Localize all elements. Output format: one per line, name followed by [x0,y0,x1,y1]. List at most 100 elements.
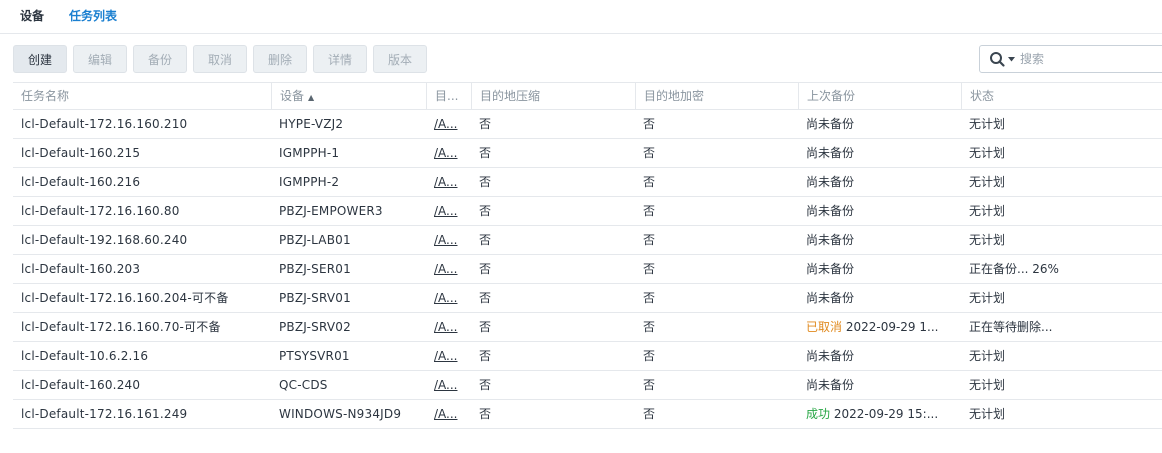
table-row[interactable]: lcl-Default-192.168.60.240 PBZJ-LAB01/A..… [13,226,1162,255]
last-backup-cell: 尚未备份 [798,371,961,399]
delete-button[interactable]: 删除 [253,45,307,73]
version-button[interactable]: 版本 [373,45,427,73]
last-backup-status: 成功 [806,407,831,421]
destination-cell: /A... [426,284,471,312]
table-row[interactable]: lcl-Default-160.203 PBZJ-SER01/A... 否 否 尚未备份… [13,255,1162,284]
destination-link[interactable]: /A... [434,175,457,189]
table-row[interactable]: lcl-Default-172.16.160.80 PBZJ-EMPOWER3/A… [13,197,1162,226]
column-header-destination[interactable]: 目... [426,83,471,110]
column-header-task-name[interactable]: 任务名称 [13,83,271,110]
column-header-last-backup[interactable]: 上次备份 [798,83,961,110]
task-name-cell: lcl-Default-172.16.161.249 [21,407,188,421]
table-header: 任务名称 设备 ▲ 目... 目的地压缩 目的地加密 上次备份 状态 [13,82,1162,110]
compression-cell: 否 [479,349,492,363]
chevron-down-icon[interactable] [1008,57,1015,62]
device-cell: IGMPPH-1 [279,146,340,160]
search-icon[interactable] [989,51,1007,69]
status-cell: 无计划 [969,407,1006,421]
destination-link[interactable]: /A... [434,291,457,305]
destination-link[interactable]: /A... [434,407,457,421]
last-backup-text: 尚未备份 [806,204,855,218]
task-name-cell: lcl-Default-160.216 [21,175,141,189]
task-table: 任务名称 设备 ▲ 目... 目的地压缩 目的地加密 上次备份 状态 lcl-De… [13,82,1162,429]
table-row[interactable]: lcl-Default-172.16.161.249 WINDOWS-N934JD… [13,400,1162,429]
compression-cell: 否 [479,320,492,334]
last-backup-status: 已取消 [806,320,843,334]
last-backup-text: 尚未备份 [806,349,855,363]
status-cell: 无计划 [969,117,1006,131]
column-header-device[interactable]: 设备 ▲ [271,83,426,110]
column-header-status[interactable]: 状态 [961,83,1162,110]
destination-link[interactable]: /A... [434,117,457,131]
encryption-cell: 否 [643,117,656,131]
table-row[interactable]: lcl-Default-172.16.160.70-可不备 PBZJ-SRV02 /… [13,313,1162,342]
encryption-cell: 否 [643,291,656,305]
task-name-cell: lcl-Default-172.16.160.204-可不备 [21,291,229,305]
column-header-dest-encryption[interactable]: 目的地加密 [635,83,798,110]
destination-link[interactable]: /A... [434,349,457,363]
edit-button[interactable]: 编辑 [73,45,127,73]
destination-link[interactable]: /A... [434,378,457,392]
encryption-cell: 否 [643,407,656,421]
sort-ascending-icon: ▲ [308,93,315,102]
table-row[interactable]: lcl-Default-172.16.160.204-可不备 PBZJ-SRV01… [13,284,1162,313]
destination-cell: /A... [426,313,471,341]
last-backup-text: 尚未备份 [806,146,855,160]
encryption-cell: 否 [643,233,656,247]
device-cell: PBZJ-EMPOWER3 [279,204,383,218]
destination-link[interactable]: /A... [434,233,457,247]
last-backup-cell: 尚未备份 [798,110,961,138]
compression-cell: 否 [479,204,492,218]
task-name-cell: lcl-Default-172.16.160.210 [21,117,188,131]
task-name-cell: lcl-Default-10.6.2.16 [21,349,149,363]
last-backup-cell: 成功 2022-09-29 15:... [798,400,961,428]
column-header-dest-compression[interactable]: 目的地压缩 [471,83,635,110]
last-backup-cell: 尚未备份 [798,139,961,167]
compression-cell: 否 [479,262,492,276]
table-row[interactable]: lcl-Default-10.6.2.16 PTSYSVR01/A... 否 否 尚未备… [13,342,1162,371]
destination-cell: /A... [426,400,471,428]
details-button[interactable]: 详情 [313,45,367,73]
compression-cell: 否 [479,233,492,247]
device-cell: WINDOWS-N934JD9 [279,407,402,421]
compression-cell: 否 [479,175,492,189]
destination-cell: /A... [426,255,471,283]
table-row[interactable]: lcl-Default-160.240 QC-CDS/A... 否 否 尚未备份 无计划 [13,371,1162,400]
destination-cell: /A... [426,139,471,167]
tab-task-list[interactable]: 任务列表 [69,6,117,26]
column-header-label: 设备 [280,89,305,103]
last-backup-cell: 尚未备份 [798,255,961,283]
last-backup-text: 尚未备份 [806,117,855,131]
status-cell: 正在备份... 26% [969,262,1059,276]
encryption-cell: 否 [643,262,656,276]
status-cell: 无计划 [969,204,1006,218]
device-cell: PBZJ-LAB01 [279,233,351,247]
table-row[interactable]: lcl-Default-160.216 IGMPPH-2/A... 否 否 尚未备份 无计… [13,168,1162,197]
task-name-cell: lcl-Default-160.240 [21,378,141,392]
backup-button[interactable]: 备份 [133,45,187,73]
status-cell: 正在等待删除... [969,320,1053,334]
task-name-cell: lcl-Default-192.168.60.240 [21,233,188,247]
cancel-button[interactable]: 取消 [193,45,247,73]
task-name-cell: lcl-Default-160.203 [21,262,141,276]
last-backup-text: 2022-09-29 1... [842,320,939,334]
table-row[interactable]: lcl-Default-172.16.160.210 HYPE-VZJ2/A...… [13,110,1162,139]
encryption-cell: 否 [643,349,656,363]
table-row[interactable]: lcl-Default-160.215 IGMPPH-1/A... 否 否 尚未备份 无计… [13,139,1162,168]
destination-cell: /A... [426,168,471,196]
last-backup-text: 尚未备份 [806,291,855,305]
destination-link[interactable]: /A... [434,320,457,334]
encryption-cell: 否 [643,320,656,334]
status-cell: 无计划 [969,233,1006,247]
compression-cell: 否 [479,117,492,131]
encryption-cell: 否 [643,175,656,189]
tab-devices[interactable]: 设备 [20,6,44,26]
search-input[interactable]: 搜索 [979,45,1162,73]
destination-cell: /A... [426,342,471,370]
destination-link[interactable]: /A... [434,204,457,218]
destination-link[interactable]: /A... [434,146,457,160]
status-cell: 无计划 [969,291,1006,305]
create-button[interactable]: 创建 [13,45,67,73]
destination-link[interactable]: /A... [434,262,457,276]
compression-cell: 否 [479,407,492,421]
